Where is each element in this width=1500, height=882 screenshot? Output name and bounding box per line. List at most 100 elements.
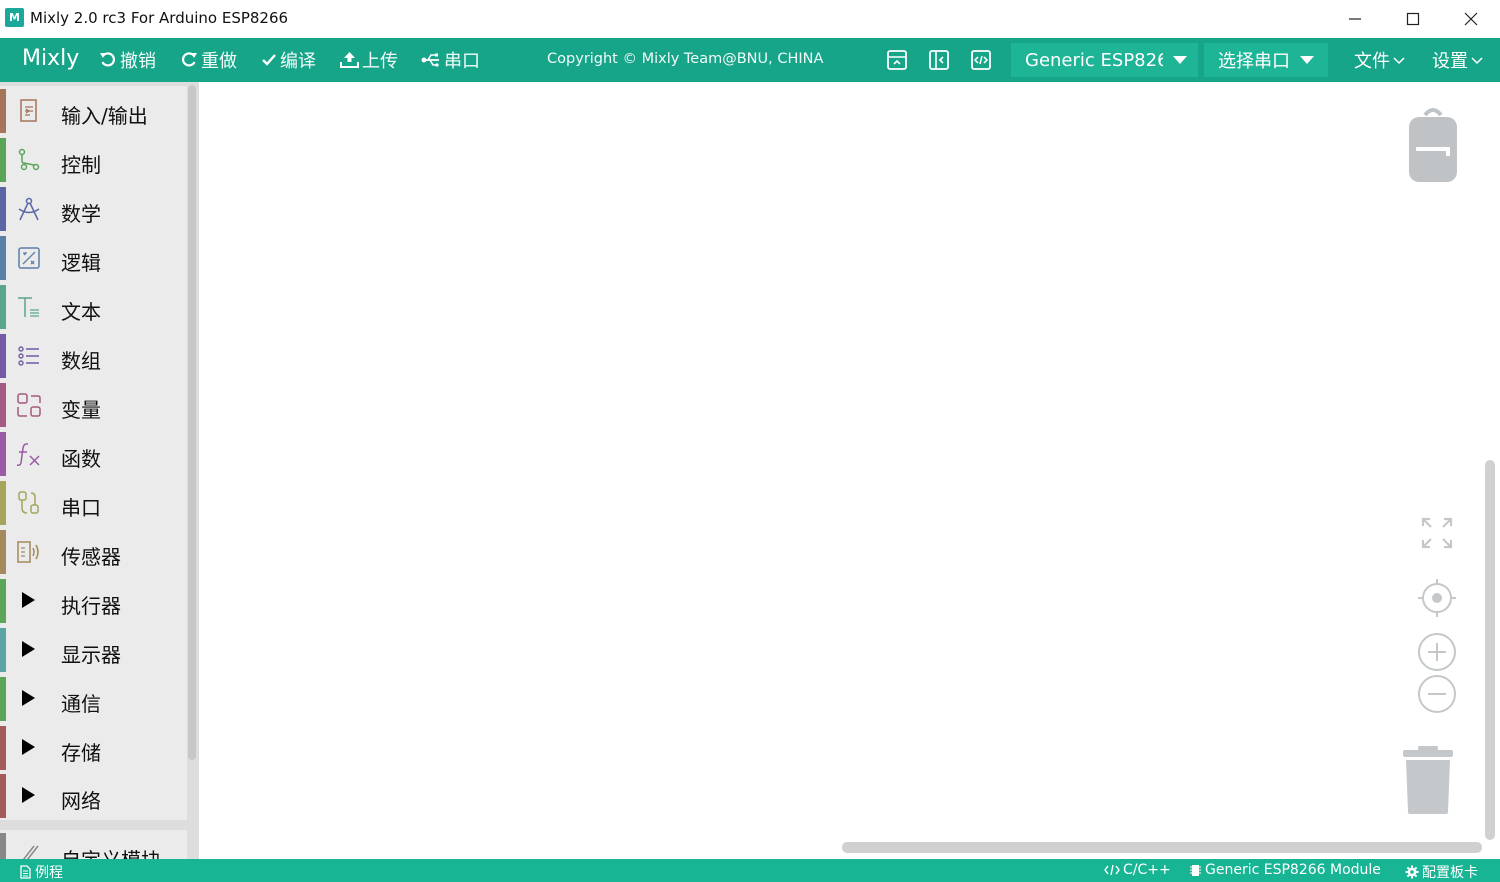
category-storage[interactable]: 存储 bbox=[0, 723, 187, 772]
category-color-bar bbox=[0, 628, 6, 672]
expand-icon[interactable] bbox=[22, 690, 35, 706]
settings-menu[interactable]: 设置 bbox=[1432, 48, 1483, 72]
serial-icon bbox=[18, 491, 39, 514]
expand-icon[interactable] bbox=[22, 739, 35, 755]
recenter-icon[interactable] bbox=[1417, 578, 1457, 618]
expand-icon[interactable] bbox=[22, 592, 35, 608]
board-select-value: Generic ESP8266 Module bbox=[1025, 49, 1163, 71]
category-display[interactable]: 显示器 bbox=[0, 625, 187, 674]
variable-icon bbox=[17, 393, 41, 417]
fullscreen-icon[interactable] bbox=[1419, 515, 1455, 551]
category-color-bar bbox=[0, 236, 6, 280]
category-label: 文本 bbox=[61, 300, 101, 324]
panel-left-icon bbox=[929, 50, 949, 70]
board-config-button[interactable]: 配置板卡 bbox=[1405, 862, 1478, 882]
maximize-button[interactable] bbox=[1384, 0, 1442, 38]
undo-icon bbox=[100, 52, 115, 67]
port-select-value: 选择串口 bbox=[1218, 51, 1290, 72]
chip-icon bbox=[1190, 864, 1201, 876]
redo-button[interactable]: 重做 bbox=[180, 48, 237, 72]
category-actuator[interactable]: 执行器 bbox=[0, 576, 187, 625]
category-label: 控制 bbox=[61, 153, 101, 177]
zoom-in-icon[interactable] bbox=[1417, 632, 1457, 672]
compile-button[interactable]: 编译 bbox=[261, 48, 316, 72]
category-color-bar bbox=[0, 833, 6, 859]
upload-label: 上传 bbox=[362, 51, 398, 72]
show-code-button[interactable] bbox=[970, 49, 992, 71]
workspace-vertical-scrollbar[interactable] bbox=[1485, 460, 1495, 840]
board-select[interactable]: Generic ESP8266 Module bbox=[1011, 43, 1198, 77]
category-color-bar bbox=[0, 187, 6, 231]
toggle-sidebar-button[interactable] bbox=[928, 49, 950, 71]
category-communication[interactable]: 通信 bbox=[0, 674, 187, 723]
category-network[interactable]: 网络 bbox=[0, 771, 187, 820]
brand-label: Mixly bbox=[22, 46, 80, 71]
board-indicator[interactable]: Generic ESP8266 Module bbox=[1189, 862, 1381, 878]
sidebar-scrollbar[interactable] bbox=[188, 85, 196, 760]
category-label: 输入/输出 bbox=[61, 104, 148, 128]
logic-icon bbox=[18, 247, 40, 269]
serial-button[interactable]: 串口 bbox=[421, 48, 480, 72]
category-color-bar bbox=[0, 530, 6, 574]
category-array[interactable]: 数组 bbox=[0, 331, 187, 380]
code-icon bbox=[971, 50, 991, 70]
examples-button[interactable]: 例程 bbox=[19, 862, 63, 882]
title-bar: M Mixly 2.0 rc3 For Arduino ESP8266 bbox=[0, 0, 1500, 38]
category-color-bar bbox=[0, 383, 6, 427]
language-indicator[interactable]: C/C++ bbox=[1104, 862, 1171, 878]
category-function[interactable]: 函数 bbox=[0, 429, 187, 478]
blockly-workspace[interactable] bbox=[199, 82, 1500, 859]
io-icon bbox=[20, 99, 37, 122]
examples-label: 例程 bbox=[35, 865, 63, 881]
control-icon bbox=[18, 148, 40, 171]
app-logo-icon: M bbox=[5, 8, 24, 27]
close-window-button[interactable] bbox=[1442, 0, 1500, 38]
category-custom-module[interactable]: 自定义模块 bbox=[0, 830, 187, 859]
workspace-horizontal-scrollbar[interactable] bbox=[842, 842, 1482, 853]
category-label: 传感器 bbox=[61, 545, 121, 569]
category-color-bar bbox=[0, 89, 6, 133]
minimize-button[interactable] bbox=[1326, 0, 1384, 38]
category-color-bar bbox=[0, 677, 6, 721]
status-bar: 例程 C/C++ Generic ESP8266 Module 配置板卡 bbox=[0, 859, 1500, 882]
undo-button[interactable]: 撤销 bbox=[99, 48, 156, 72]
category-sensor[interactable]: 传感器 bbox=[0, 527, 187, 576]
main-toolbar: Mixly 撤销 重做 编译 上传 串口 Copyright © Mixly T… bbox=[0, 38, 1500, 82]
trash-icon[interactable] bbox=[1399, 744, 1457, 816]
redo-label: 重做 bbox=[201, 51, 237, 72]
category-serial[interactable]: 串口 bbox=[0, 478, 187, 527]
zoom-out-icon[interactable] bbox=[1417, 674, 1457, 714]
upload-button[interactable]: 上传 bbox=[340, 48, 398, 72]
category-label: 存储 bbox=[61, 741, 101, 765]
board-config-label: 配置板卡 bbox=[1422, 865, 1478, 881]
category-color-bar bbox=[0, 285, 6, 329]
category-variable[interactable]: 变量 bbox=[0, 380, 187, 429]
port-select[interactable]: 选择串口 bbox=[1204, 43, 1328, 77]
usb-icon bbox=[421, 53, 439, 67]
category-label: 变量 bbox=[61, 398, 101, 422]
category-text[interactable]: 文本 bbox=[0, 282, 187, 331]
document-icon bbox=[20, 865, 31, 879]
window-title: Mixly 2.0 rc3 For Arduino ESP8266 bbox=[30, 9, 289, 27]
category-logic[interactable]: 逻辑 bbox=[0, 233, 187, 282]
undo-label: 撤销 bbox=[120, 51, 156, 72]
math-icon bbox=[18, 197, 40, 221]
category-control[interactable]: 控制 bbox=[0, 135, 187, 184]
category-label: 串口 bbox=[61, 496, 101, 520]
category-color-bar bbox=[0, 774, 6, 818]
expand-icon[interactable] bbox=[22, 787, 35, 803]
category-color-bar bbox=[0, 334, 6, 378]
file-menu-label: 文件 bbox=[1354, 51, 1390, 72]
backpack-icon[interactable] bbox=[1407, 107, 1459, 185]
file-menu[interactable]: 文件 bbox=[1354, 48, 1405, 72]
dropdown-caret-icon bbox=[1173, 56, 1187, 64]
redo-icon bbox=[182, 52, 197, 67]
board-status-label: Generic ESP8266 Module bbox=[1205, 862, 1381, 878]
sensor-icon bbox=[17, 541, 39, 563]
category-label: 数学 bbox=[61, 202, 101, 226]
toggle-code-view-button[interactable] bbox=[886, 49, 908, 71]
array-icon bbox=[18, 346, 39, 366]
category-math[interactable]: 数学 bbox=[0, 184, 187, 233]
expand-icon[interactable] bbox=[22, 641, 35, 657]
category-io[interactable]: 输入/输出 bbox=[0, 86, 187, 135]
